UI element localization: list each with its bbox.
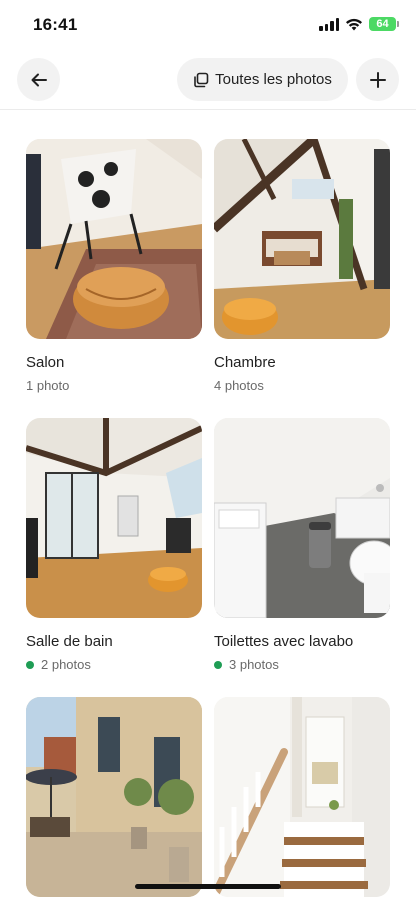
room-photo[interactable] [214, 697, 390, 897]
room-card-escalier[interactable] [214, 697, 390, 900]
photos-stack-icon [194, 72, 209, 87]
top-nav: Toutes les photos [0, 58, 416, 104]
room-photo[interactable] [26, 139, 202, 339]
status-dot [26, 661, 34, 669]
room-card-salle-de-bain[interactable]: Salle de bain 2 photos [26, 418, 202, 673]
header-divider [0, 109, 416, 110]
cellular-signal-icon [319, 17, 339, 31]
room-photo-count: 1 photo [26, 378, 202, 394]
room-photo[interactable] [26, 418, 202, 618]
status-bar: 16:41 64 [0, 0, 416, 50]
plus-icon [369, 71, 386, 88]
room-card-chambre[interactable]: Chambre 4 photos [214, 139, 390, 394]
room-photo-count: 3 photos [214, 657, 390, 673]
room-title: Salon [26, 354, 65, 371]
room-photo-count: 2 photos [26, 657, 202, 673]
arrow-left-icon [31, 73, 47, 86]
all-photos-button[interactable]: Toutes les photos [177, 58, 348, 101]
room-card-salon[interactable]: Salon 1 photo [26, 139, 202, 394]
battery-icon: 64 [369, 17, 399, 31]
room-card-exterieur[interactable] [26, 697, 202, 900]
back-button[interactable] [17, 58, 60, 101]
status-time: 16:41 [33, 15, 78, 34]
room-title: Salle de bain [26, 633, 113, 650]
photo-count-text: 4 photos [214, 378, 264, 393]
status-icons: 64 [319, 17, 399, 31]
all-photos-label: Toutes les photos [215, 71, 332, 88]
room-photo[interactable] [214, 139, 390, 339]
room-photo-count: 4 photos [214, 378, 390, 394]
battery-level: 64 [376, 18, 389, 30]
room-title: Toilettes avec lavabo [214, 633, 354, 650]
home-indicator[interactable] [135, 884, 281, 889]
room-title: Chambre [214, 354, 276, 371]
photo-count-text: 2 photos [41, 657, 91, 672]
add-photo-button[interactable] [356, 58, 399, 101]
room-photo[interactable] [214, 418, 390, 618]
photo-count-text: 3 photos [229, 657, 279, 672]
photo-count-text: 1 photo [26, 378, 70, 393]
room-photo[interactable] [26, 697, 202, 897]
room-card-toilettes[interactable]: Toilettes avec lavabo 3 photos [214, 418, 390, 673]
status-dot [214, 661, 222, 669]
wifi-icon [346, 18, 362, 30]
